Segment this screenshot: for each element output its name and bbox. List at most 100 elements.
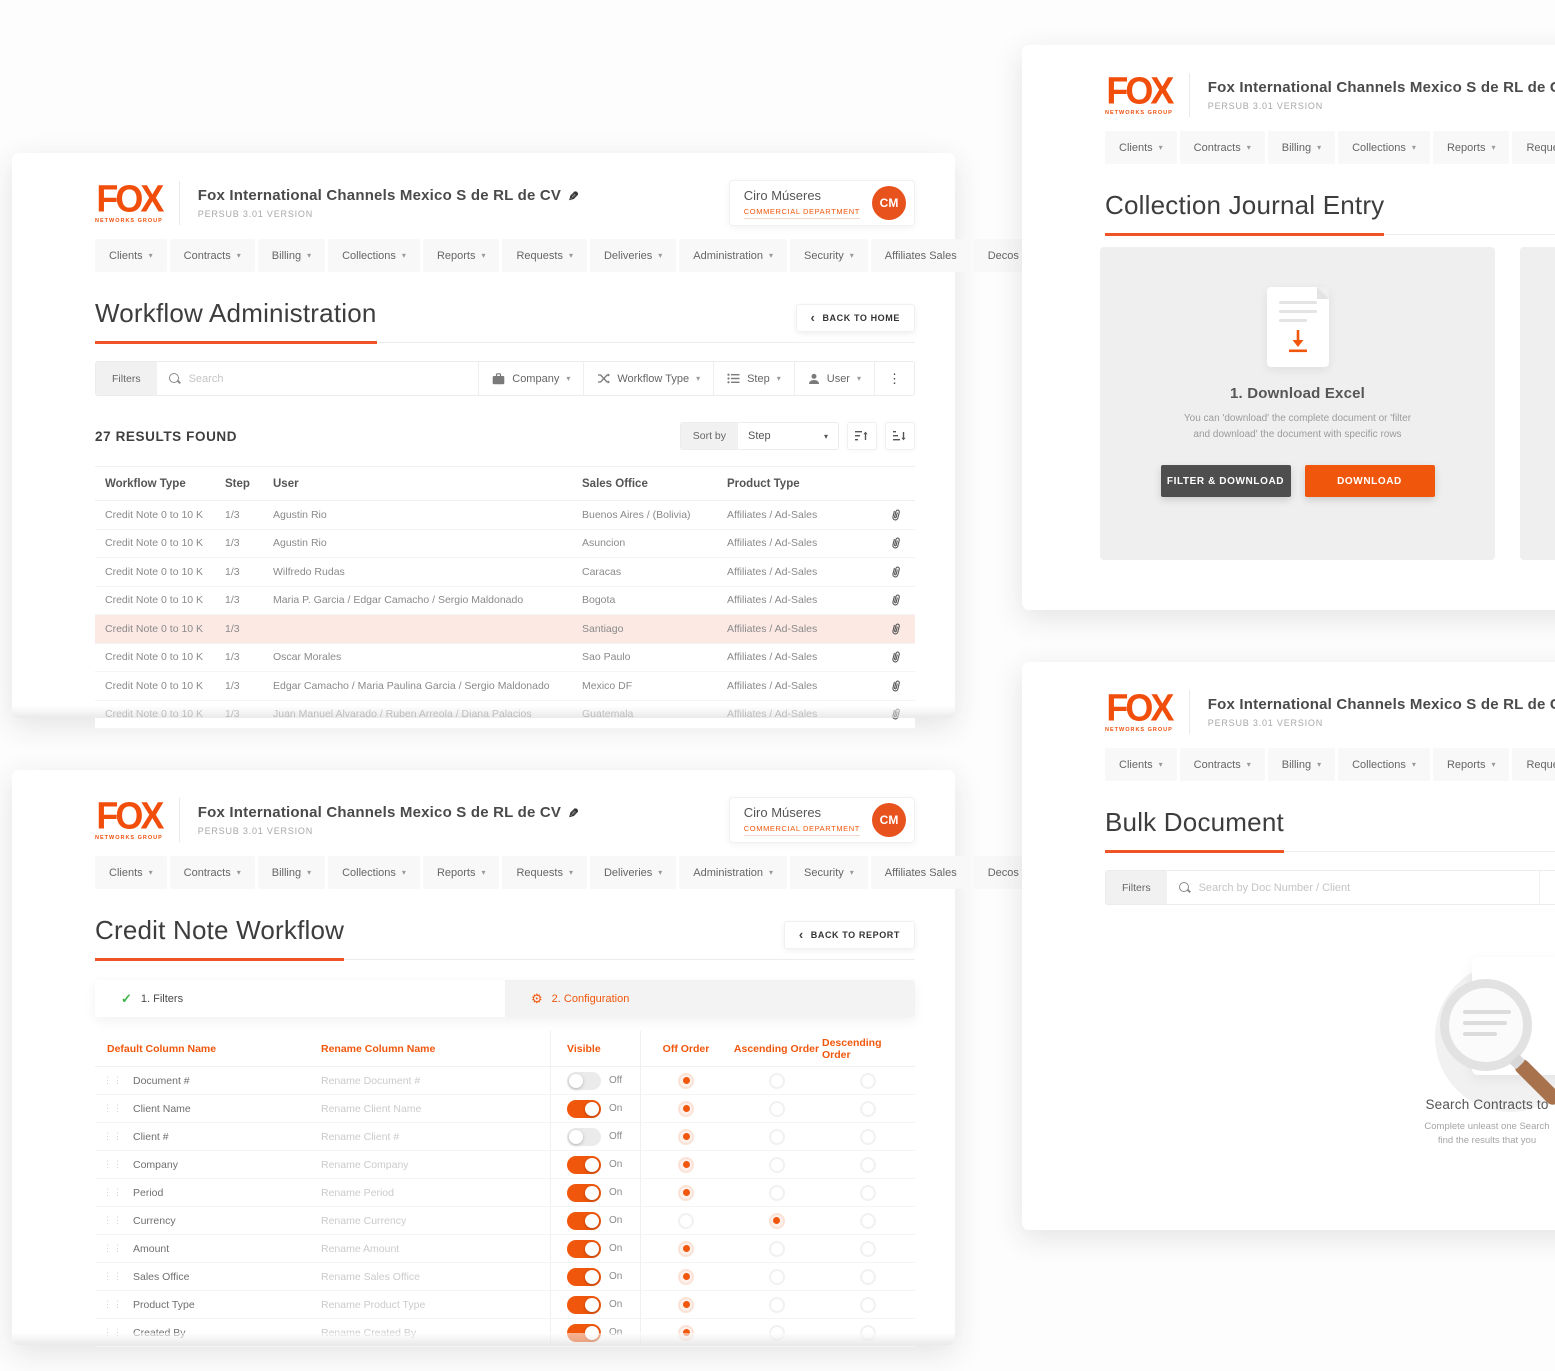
off-order-radio-product-type[interactable] [678,1297,694,1313]
step-dropdown[interactable]: Step▾ [713,362,794,395]
nav-tab-requests[interactable]: Requests▾ [1512,131,1555,164]
sort-ascending-button[interactable] [847,422,877,450]
nav-tab-billing[interactable]: Billing▾ [1268,131,1335,164]
nav-tab-contracts[interactable]: Contracts▾ [170,856,255,889]
descending-order-radio-period[interactable] [860,1185,876,1201]
nav-tab-requests[interactable]: Requests▾ [502,856,587,889]
nav-tab-collections[interactable]: Collections▾ [1338,748,1430,781]
nav-tab-clients[interactable]: Clients▾ [1105,131,1177,164]
drag-handle-icon[interactable]: ⋮⋮ [103,1187,123,1198]
drag-handle-icon[interactable]: ⋮⋮ [103,1299,123,1310]
ascending-order-radio-client-[interactable] [769,1129,785,1145]
drag-handle-icon[interactable]: ⋮⋮ [103,1075,123,1086]
filters-button[interactable]: Filters [1106,871,1167,904]
ascending-order-radio-sales-office[interactable] [769,1269,785,1285]
user-chip[interactable]: Ciro Múseres COMMERCIAL DEPARTMENT CM [729,797,915,843]
nav-tab-contracts[interactable]: Contracts▾ [1180,131,1265,164]
nav-tab-deliveries[interactable]: Deliveries▾ [590,239,676,272]
filters-button[interactable]: Filters [96,362,157,395]
descending-order-radio-currency[interactable] [860,1213,876,1229]
more-options-kebab-icon[interactable]: ⋮ [874,362,914,395]
nav-tab-deliveries[interactable]: Deliveries▾ [590,856,676,889]
rename-input-document-[interactable] [321,1075,527,1087]
back-to-home-button[interactable]: ‹BACK TO HOME [796,304,915,332]
descending-order-radio-document-[interactable] [860,1073,876,1089]
nav-tab-billing[interactable]: Billing▾ [258,239,325,272]
drag-handle-icon[interactable]: ⋮⋮ [103,1103,123,1114]
paperclip-icon[interactable] [890,508,902,522]
nav-tab-requests[interactable]: Requests▾ [1512,748,1555,781]
table-row[interactable]: Credit Note 0 to 10 K1/3Agustin RioBueno… [95,501,915,530]
edit-pencil-icon[interactable]: ✎ [565,807,581,818]
drag-handle-icon[interactable]: ⋮⋮ [103,1243,123,1254]
nav-tab-contracts[interactable]: Contracts▾ [1180,748,1265,781]
descending-order-radio-amount[interactable] [860,1241,876,1257]
paperclip-icon[interactable] [890,593,902,607]
off-order-radio-client-[interactable] [678,1129,694,1145]
drag-handle-icon[interactable]: ⋮⋮ [103,1159,123,1170]
descending-order-radio-company[interactable] [860,1157,876,1173]
ascending-order-radio-client-name[interactable] [769,1101,785,1117]
nav-tab-reports[interactable]: Reports▾ [1433,131,1510,164]
nav-tab-billing[interactable]: Billing▾ [1268,748,1335,781]
nav-tab-requests[interactable]: Requests▾ [502,239,587,272]
descending-order-radio-sales-office[interactable] [860,1269,876,1285]
nav-tab-affiliates-sales[interactable]: Affiliates Sales [871,856,971,889]
nav-tab-collections[interactable]: Collections▾ [1338,131,1430,164]
search-field[interactable] [157,362,479,395]
drag-handle-icon[interactable]: ⋮⋮ [103,1215,123,1226]
rename-input-amount[interactable] [321,1243,527,1255]
nav-tab-clients[interactable]: Clients▾ [95,239,167,272]
step-configuration-tab[interactable]: ⚙2. Configuration [505,980,915,1017]
table-row[interactable]: Credit Note 0 to 10 K1/3Wilfredo RudasCa… [95,558,915,587]
user-chip[interactable]: Ciro Múseres COMMERCIAL DEPARTMENT CM [729,180,915,226]
sort-select[interactable]: Step▾ [738,423,838,449]
paperclip-icon[interactable] [890,536,902,550]
ascending-order-radio-currency[interactable] [769,1213,785,1229]
off-order-radio-client-name[interactable] [678,1101,694,1117]
paperclip-icon[interactable] [890,622,902,636]
paperclip-icon[interactable] [890,679,902,693]
ascending-order-radio-amount[interactable] [769,1241,785,1257]
off-order-radio-company[interactable] [678,1157,694,1173]
nav-tab-security[interactable]: Security▾ [790,239,868,272]
workflow-type-dropdown[interactable]: Workflow Type▾ [583,362,713,395]
visible-toggle-period[interactable] [567,1184,601,1202]
nav-tab-reports[interactable]: Reports▾ [423,856,500,889]
off-order-radio-sales-office[interactable] [678,1269,694,1285]
ascending-order-radio-company[interactable] [769,1157,785,1173]
ascending-order-radio-period[interactable] [769,1185,785,1201]
descending-order-radio-client-[interactable] [860,1129,876,1145]
avatar[interactable]: CM [872,803,906,837]
table-row[interactable]: Credit Note 0 to 10 K1/3Agustin RioAsunc… [95,530,915,559]
nav-tab-administration[interactable]: Administration▾ [679,856,787,889]
rename-input-sales-office[interactable] [321,1271,527,1283]
nav-tab-reports[interactable]: Reports▾ [1433,748,1510,781]
table-row[interactable]: Credit Note 0 to 10 K1/3SantiagoAffiliat… [95,615,915,644]
company-dropdown[interactable]: Company▾ [478,362,583,395]
download-button[interactable]: DOWNLOAD [1305,465,1435,497]
sort-descending-button[interactable] [885,422,915,450]
search-field[interactable] [1167,871,1539,904]
back-to-report-button[interactable]: ‹BACK TO REPORT [784,921,915,949]
nav-tab-affiliates-sales[interactable]: Affiliates Sales [871,239,971,272]
table-row[interactable]: Credit Note 0 to 10 K1/3Maria P. Garcia … [95,587,915,616]
rename-input-currency[interactable] [321,1215,527,1227]
off-order-radio-document-[interactable] [678,1073,694,1089]
off-order-radio-amount[interactable] [678,1241,694,1257]
rename-input-client-name[interactable] [321,1103,527,1115]
table-row[interactable]: Credit Note 0 to 10 K1/3Oscar MoralesSao… [95,644,915,673]
rename-input-period[interactable] [321,1187,527,1199]
step-filters-tab[interactable]: ✓1. Filters [95,980,505,1017]
visible-toggle-sales-office[interactable] [567,1268,601,1286]
rename-input-client-[interactable] [321,1131,527,1143]
visible-toggle-document-[interactable] [567,1072,601,1090]
nav-tab-security[interactable]: Security▾ [790,856,868,889]
off-order-radio-period[interactable] [678,1185,694,1201]
avatar[interactable]: CM [872,186,906,220]
off-order-radio-currency[interactable] [678,1213,694,1229]
paperclip-icon[interactable] [890,650,902,664]
search-input[interactable] [189,373,467,385]
rename-input-product-type[interactable] [321,1299,527,1311]
nav-tab-clients[interactable]: Clients▾ [1105,748,1177,781]
